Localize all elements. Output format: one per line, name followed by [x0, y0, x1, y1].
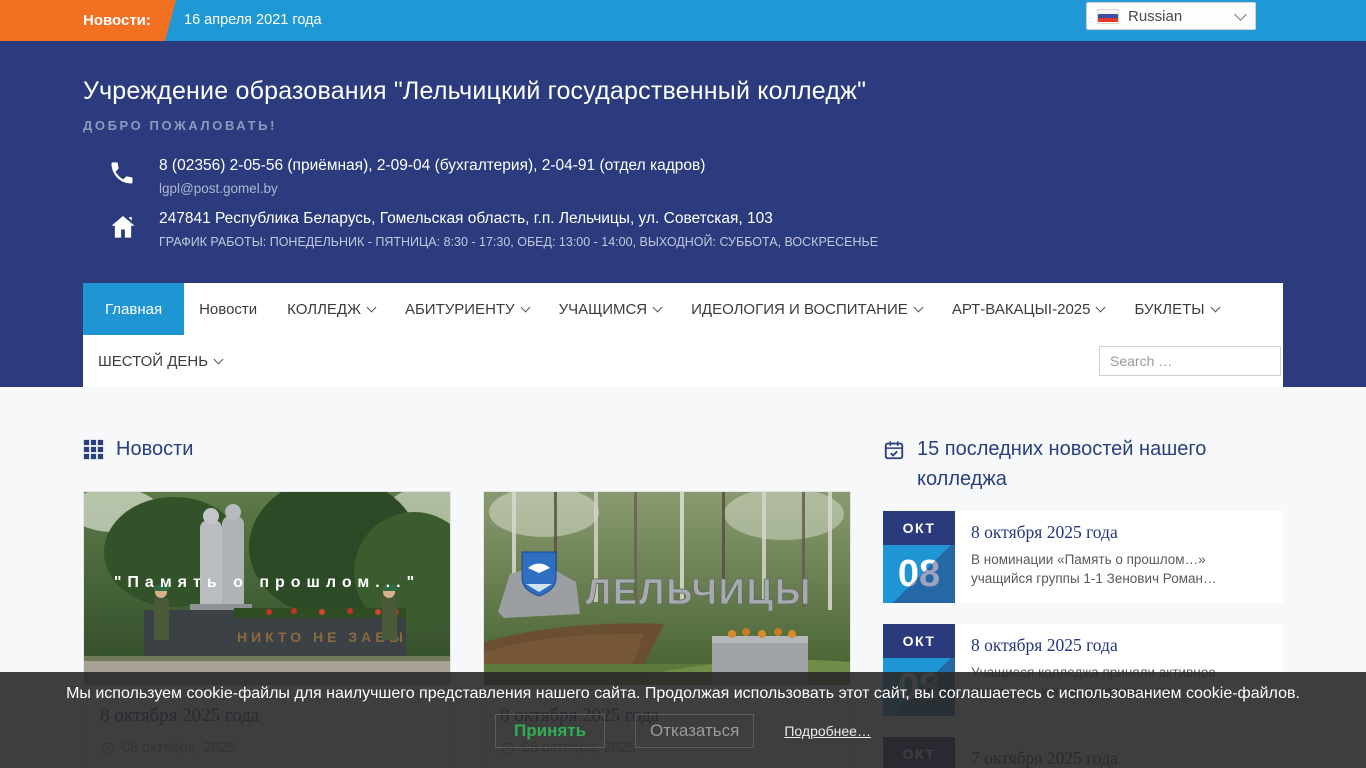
top-bar: Новости: 16 апреля 2021 года Russian — [0, 0, 1366, 41]
nav-item-college[interactable]: КОЛЛЕДЖ — [272, 283, 390, 335]
sidebar-title: 15 последних новостей нашего колледжа — [917, 434, 1283, 494]
memorial-photo: НИКТО НЕ ЗАБЫ "Память о прошлом..." — [84, 492, 450, 685]
postal-address: 247841 Республика Беларусь, Гомельская о… — [159, 209, 878, 228]
home-icon — [108, 209, 140, 248]
russian-flag-icon — [1097, 9, 1119, 24]
date-badge: ОКТ 08 — [883, 511, 955, 603]
sidebar-news-link[interactable]: 8 октября 2025 года — [971, 635, 1267, 656]
nav-item-ideology[interactable]: ИДЕОЛОГИЯ И ВОСПИТАНИЕ — [676, 283, 937, 335]
news-section-title: Новости — [116, 434, 193, 464]
nav-item-sixth-day[interactable]: ШЕСТОЙ ДЕНЬ — [83, 335, 237, 387]
chevron-down-icon — [1210, 302, 1220, 312]
phone-numbers: 8 (02356) 2-05-56 (приёмная), 2-09-04 (б… — [159, 156, 705, 175]
sidebar-news-item: ОКТ 08 8 октября 2025 года В номинации «… — [883, 511, 1283, 603]
sidebar-news-excerpt: В номинации «Память о прошлом…» учащийся… — [971, 551, 1267, 589]
language-label: Russian — [1128, 8, 1182, 25]
work-schedule: ГРАФИК РАБОТЫ: ПОНЕДЕЛЬНИК - ПЯТНИЦА: 8:… — [159, 235, 878, 249]
chevron-down-icon — [913, 302, 923, 312]
nav-item-applicant[interactable]: АБИТУРИЕНТУ — [390, 283, 544, 335]
cookie-banner: Мы используем cookie-файлы для наилучшег… — [0, 672, 1366, 768]
site-title: Учреждение образования "Лельчицкий госуд… — [83, 77, 1283, 106]
sign-text: ЛЕЛЬЧИЦЫ — [586, 571, 812, 612]
news-ticker-link[interactable]: 16 апреля 2021 года — [184, 0, 322, 41]
chevron-down-icon — [367, 302, 377, 312]
nav-item-home[interactable]: Главная — [83, 283, 184, 335]
nav-item-booklets[interactable]: БУКЛЕТЫ — [1119, 283, 1233, 335]
language-selector[interactable]: Russian — [1086, 2, 1256, 30]
cookie-message: Мы используем cookie-файлы для наилучшег… — [0, 685, 1366, 703]
grid-icon — [83, 439, 104, 460]
chevron-down-icon — [214, 354, 224, 364]
nav-row-2: ШЕСТОЙ ДЕНЬ — [83, 335, 1283, 387]
phone-contact-row: 8 (02356) 2-05-56 (приёмная), 2-09-04 (б… — [83, 156, 1283, 196]
chevron-down-icon — [1234, 8, 1247, 21]
search-input[interactable] — [1099, 346, 1281, 376]
phone-icon — [108, 156, 140, 196]
chevron-down-icon — [520, 302, 530, 312]
sidebar-news-link[interactable]: 8 октября 2025 года — [971, 522, 1267, 543]
sidebar-heading: 15 последних новостей нашего колледжа — [883, 434, 1283, 494]
cookie-decline-button[interactable]: Отказаться — [635, 714, 754, 748]
nav-row-1: Главная Новости КОЛЛЕДЖ АБИТУРИЕНТУ УЧАЩ… — [83, 283, 1283, 335]
cookie-accept-button[interactable]: Принять — [495, 714, 605, 748]
lelchitsy-photo: ЛЕЛЬЧИЦЫ — [484, 492, 850, 685]
chevron-down-icon — [1096, 302, 1106, 312]
cookie-more-link[interactable]: Подробнее… — [784, 723, 871, 739]
calendar-check-icon — [883, 439, 905, 461]
site-header: Учреждение образования "Лельчицкий госуд… — [0, 41, 1366, 387]
address-contact-row: 247841 Республика Беларусь, Гомельская о… — [83, 209, 1283, 248]
photo-overlay-text: "Память о прошлом..." — [114, 574, 420, 591]
email-address[interactable]: lgpl@post.gomel.by — [159, 181, 705, 196]
nav-item-art-vacations[interactable]: АРТ-ВАКАЦЫІ-2025 — [937, 283, 1120, 335]
news-section-heading: Новости — [83, 434, 851, 464]
news-ribbon-label: Новости: — [83, 0, 151, 41]
nav-item-news[interactable]: Новости — [184, 283, 272, 335]
monument-inscription: НИКТО НЕ ЗАБЫ — [237, 629, 407, 645]
main-navigation: Главная Новости КОЛЛЕДЖ АБИТУРИЕНТУ УЧАЩ… — [83, 283, 1283, 387]
site-tagline: ДОБРО ПОЖАЛОВАТЬ! — [83, 118, 1283, 133]
nav-item-students[interactable]: УЧАЩИМСЯ — [544, 283, 677, 335]
chevron-down-icon — [653, 302, 663, 312]
news-ribbon: Новости: — [0, 0, 176, 41]
